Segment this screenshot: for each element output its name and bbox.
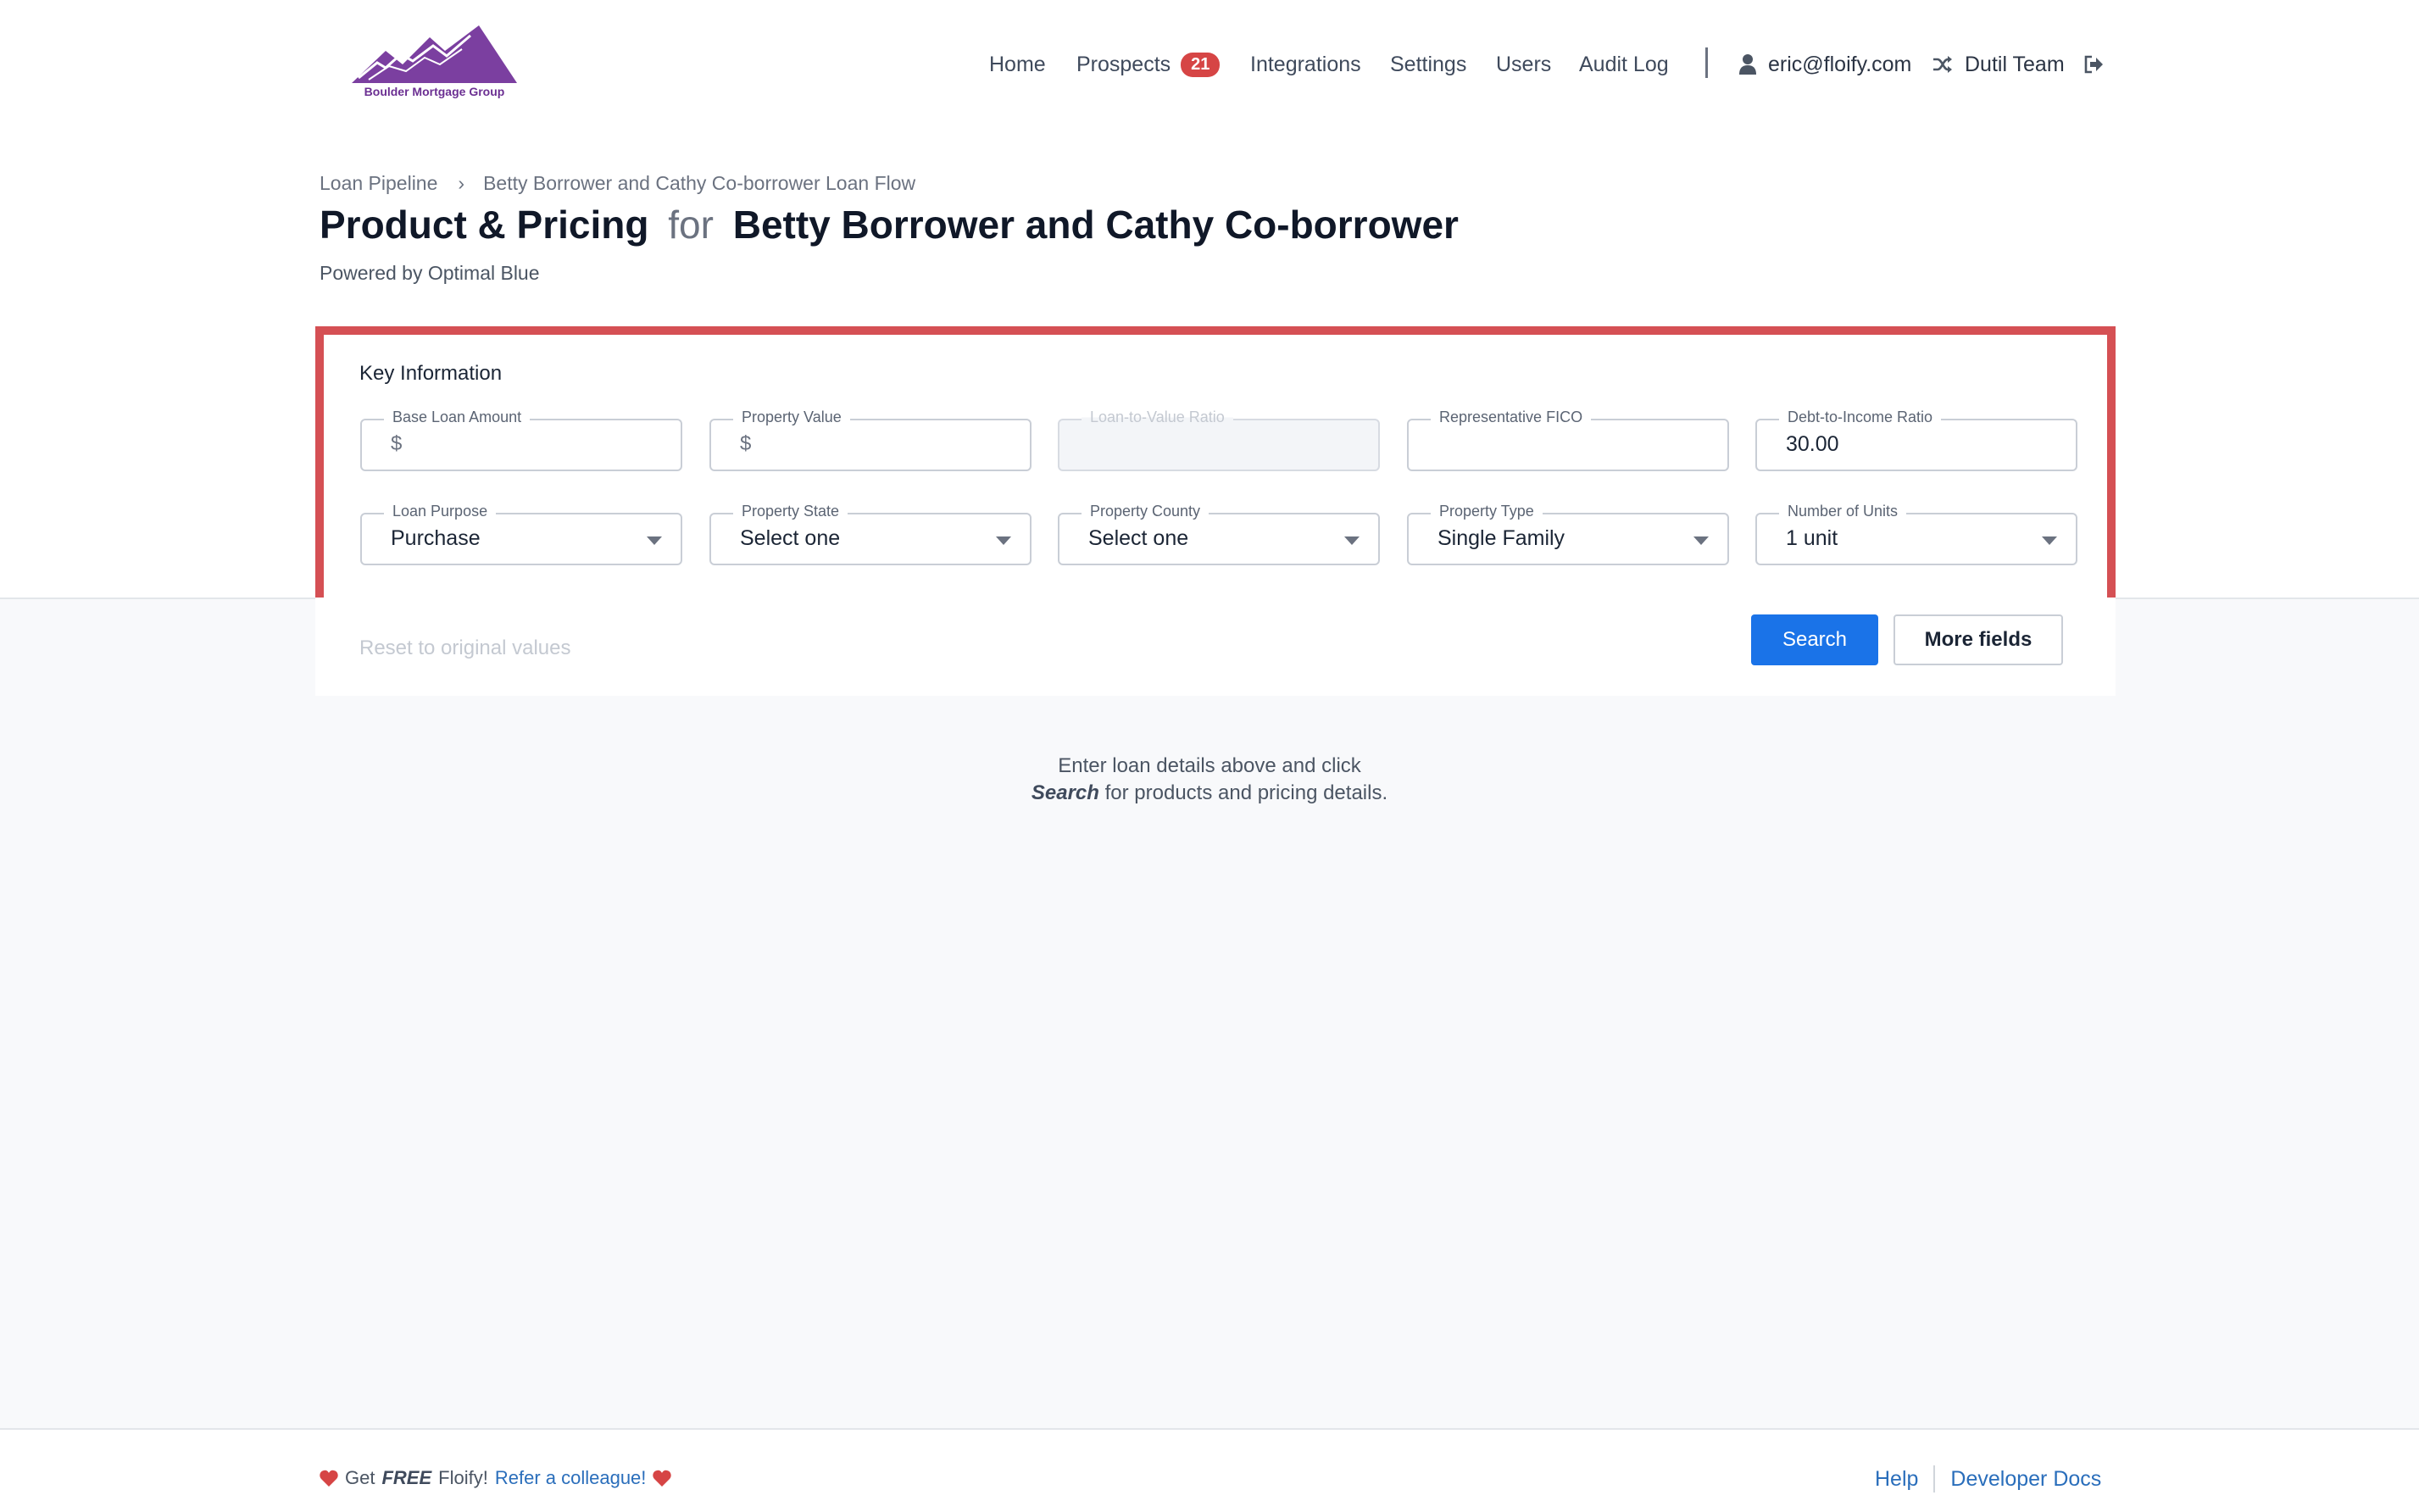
nav-audit-log[interactable]: Audit Log bbox=[1579, 47, 1669, 81]
property-state-label: Property State bbox=[733, 503, 848, 520]
sign-out-icon bbox=[2084, 55, 2103, 74]
page-footer: Get FREE Floify! Refer a colleague! Help… bbox=[0, 1428, 2419, 1512]
dollar-prefix: $ bbox=[391, 432, 403, 455]
page-subtitle: Powered by Optimal Blue bbox=[320, 262, 540, 284]
loan-purpose-select[interactable]: Loan Purpose Purchase bbox=[360, 503, 682, 565]
property-value-label: Property Value bbox=[733, 409, 850, 426]
property-state-value: Select one bbox=[740, 526, 841, 550]
developer-docs-link[interactable]: Developer Docs bbox=[1950, 1467, 2101, 1492]
promo-brand: Floify! bbox=[438, 1467, 488, 1488]
nav-integrations-label[interactable]: Integrations bbox=[1250, 53, 1361, 77]
nav-home-label[interactable]: Home bbox=[989, 53, 1046, 77]
nav-users-label[interactable]: Users bbox=[1496, 53, 1551, 77]
representative-fico-field[interactable]: Representative FICO bbox=[1407, 409, 1729, 471]
property-state-select[interactable]: Property State Select one bbox=[709, 503, 1032, 565]
promo-get: Get bbox=[345, 1467, 375, 1488]
nav-settings[interactable]: Settings bbox=[1390, 47, 1466, 81]
empty-state-line-2: Search for products and pricing details. bbox=[0, 781, 2419, 805]
debt-to-income-ratio-value[interactable]: 30.00 bbox=[1786, 432, 1839, 457]
breadcrumb-loan-pipeline[interactable]: Loan Pipeline bbox=[320, 172, 437, 195]
logo-text: Boulder Mortgage Group bbox=[364, 85, 505, 98]
prospects-count-badge: 21 bbox=[1181, 52, 1221, 77]
nav-prospects-label[interactable]: Prospects bbox=[1076, 53, 1171, 77]
refer-a-colleague-link[interactable]: Refer a colleague! bbox=[495, 1467, 647, 1489]
property-type-select[interactable]: Property Type Single Family bbox=[1407, 503, 1729, 565]
empty-state-search-word: Search bbox=[1031, 781, 1099, 804]
page-title-connector: for bbox=[668, 203, 714, 247]
nav-users[interactable]: Users bbox=[1496, 47, 1551, 81]
mountain-logo-icon bbox=[352, 25, 517, 83]
debt-to-income-ratio-field[interactable]: Debt-to-Income Ratio 30.00 bbox=[1755, 409, 2077, 471]
heart-icon bbox=[320, 1470, 338, 1487]
nav-audit-log-label[interactable]: Audit Log bbox=[1579, 53, 1669, 77]
company-logo[interactable]: Boulder Mortgage Group bbox=[352, 25, 517, 106]
promo-free: FREE bbox=[381, 1467, 432, 1488]
number-of-units-select[interactable]: Number of Units 1 unit bbox=[1755, 503, 2077, 565]
more-fields-button[interactable]: More fields bbox=[1893, 614, 2063, 665]
loan-purpose-value: Purchase bbox=[391, 526, 481, 550]
user-icon bbox=[1739, 54, 1756, 75]
loan-purpose-label: Loan Purpose bbox=[384, 503, 497, 520]
key-information-actions: Reset to original values Search More fie… bbox=[315, 598, 2116, 696]
property-county-select[interactable]: Property County Select one bbox=[1058, 503, 1380, 565]
chevron-down-icon bbox=[647, 536, 662, 545]
representative-fico-label: Representative FICO bbox=[1431, 409, 1592, 426]
user-menu[interactable]: eric@floify.com bbox=[1739, 47, 1911, 81]
page-title-borrowers: Betty Borrower and Cathy Co-borrower bbox=[732, 203, 1459, 247]
team-switcher[interactable]: Dutil Team bbox=[1932, 47, 2065, 81]
property-value-field[interactable]: Property Value $ bbox=[709, 409, 1032, 471]
reset-to-original-values-link[interactable]: Reset to original values bbox=[359, 636, 570, 660]
property-type-label: Property Type bbox=[1431, 503, 1543, 520]
footer-links: Help Developer Docs bbox=[1875, 1465, 2101, 1493]
breadcrumb-separator: › bbox=[458, 172, 465, 194]
base-loan-amount-label: Base Loan Amount bbox=[384, 409, 531, 426]
logout-button[interactable] bbox=[2083, 47, 2104, 81]
empty-state-line-1: Enter loan details above and click bbox=[1058, 754, 1361, 777]
property-type-value: Single Family bbox=[1437, 526, 1565, 550]
number-of-units-label: Number of Units bbox=[1779, 503, 1907, 520]
key-information-title: Key Information bbox=[359, 362, 503, 385]
nav-settings-label[interactable]: Settings bbox=[1390, 53, 1466, 77]
loan-to-value-ratio-field: Loan-to-Value Ratio bbox=[1058, 409, 1380, 471]
breadcrumb: Loan Pipeline › Betty Borrower and Cathy… bbox=[320, 172, 915, 195]
key-information-panel: Key Information Base Loan Amount $ Prope… bbox=[315, 326, 2116, 696]
loan-to-value-ratio-label: Loan-to-Value Ratio bbox=[1082, 409, 1233, 426]
search-button[interactable]: Search bbox=[1751, 614, 1878, 665]
heart-icon bbox=[653, 1470, 672, 1487]
team-name[interactable]: Dutil Team bbox=[1965, 53, 2065, 77]
property-county-label: Property County bbox=[1082, 503, 1210, 520]
chevron-down-icon bbox=[1693, 536, 1709, 545]
dollar-prefix: $ bbox=[740, 432, 752, 455]
nav-integrations[interactable]: Integrations bbox=[1250, 47, 1361, 81]
help-link[interactable]: Help bbox=[1875, 1467, 1918, 1492]
breadcrumb-loan-flow[interactable]: Betty Borrower and Cathy Co-borrower Loa… bbox=[483, 172, 915, 195]
chevron-down-icon bbox=[996, 536, 1011, 545]
empty-state-line-2-text: for products and pricing details. bbox=[1098, 781, 1388, 804]
shuffle-icon bbox=[1933, 56, 1952, 73]
referral-promo: Get FREE Floify! Refer a colleague! bbox=[320, 1467, 672, 1489]
chevron-down-icon bbox=[2042, 536, 2057, 545]
footer-divider bbox=[1933, 1465, 1936, 1493]
page-title-main: Product & Pricing bbox=[320, 203, 649, 247]
base-loan-amount-field[interactable]: Base Loan Amount $ bbox=[360, 409, 682, 471]
property-county-value: Select one bbox=[1088, 526, 1189, 550]
chevron-down-icon bbox=[1344, 536, 1360, 545]
user-email[interactable]: eric@floify.com bbox=[1768, 53, 1911, 77]
nav-divider bbox=[1705, 47, 1708, 78]
page-title: Product & Pricing for Betty Borrower and… bbox=[320, 202, 1459, 247]
nav-prospects[interactable]: Prospects 21 bbox=[1076, 47, 1221, 81]
debt-to-income-ratio-label: Debt-to-Income Ratio bbox=[1779, 409, 1942, 426]
nav-home[interactable]: Home bbox=[989, 47, 1046, 81]
number-of-units-value: 1 unit bbox=[1786, 526, 1838, 550]
